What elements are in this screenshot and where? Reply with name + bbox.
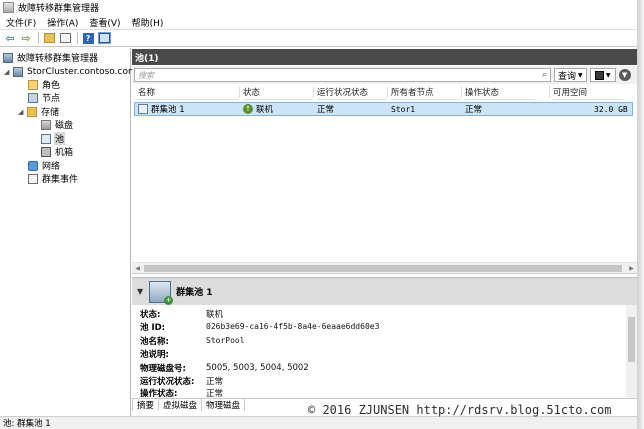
detail-properties: 状态: 联机 池 ID: 026b3e69-ca16-4f5b-8a4e-6ea… xyxy=(132,305,637,398)
tree-item-cluster-events[interactable]: 群集事件 xyxy=(28,172,79,185)
pool-icon xyxy=(41,133,51,144)
search-icon[interactable]: ⌕ xyxy=(542,70,547,80)
menu-help[interactable]: 帮助(H) xyxy=(132,16,164,29)
forward-icon[interactable]: ⇨ xyxy=(19,31,33,45)
cell-health: 正常 xyxy=(317,105,335,115)
tree-item-networks[interactable]: 网络 xyxy=(28,159,61,172)
panel-icon[interactable] xyxy=(97,31,111,45)
query-button[interactable]: 查询 ▼ xyxy=(554,68,587,82)
search-placeholder: 搜索 xyxy=(138,70,154,80)
menu-file[interactable]: 文件(F) xyxy=(6,16,36,29)
tab-summary[interactable]: 摘要 xyxy=(132,399,160,411)
title-bar: 故障转移群集管理器 xyxy=(0,0,644,15)
scroll-left-icon[interactable]: ◀ xyxy=(132,263,143,274)
disk-icon xyxy=(41,119,51,130)
back-icon[interactable]: ⇦ xyxy=(3,31,17,45)
cell-name: 群集池 1 xyxy=(138,102,185,116)
column-divider[interactable] xyxy=(549,86,550,98)
pane-title: 池(1) xyxy=(132,49,637,65)
cell-op-status: 正常 xyxy=(465,105,483,115)
tree-item-storage[interactable]: ◢ 存储 xyxy=(18,105,60,118)
cell-free-space: 32.0 GB xyxy=(594,104,628,114)
roles-icon xyxy=(28,79,38,90)
prop-health-status: 运行状况状态: 正常 xyxy=(140,376,224,387)
scrollbar-thumb[interactable] xyxy=(628,317,635,362)
scrollbar-thumb[interactable] xyxy=(144,265,622,272)
column-header-status[interactable]: 状态 xyxy=(243,84,313,100)
storage-folder-icon xyxy=(27,106,37,117)
column-divider[interactable] xyxy=(313,86,314,98)
toolbar: ⇦ ⇨ ? xyxy=(0,30,644,47)
pool-icon xyxy=(138,104,148,114)
pool-list: 名称 状态 运行状况状态 所有者节点 操作状态 可用空间 群集池 1 ↑ 联机 … xyxy=(132,84,637,274)
tree-item-nodes[interactable]: 节点 xyxy=(28,91,61,104)
collapse-arrow-icon[interactable]: ◢ xyxy=(18,108,25,116)
help-icon[interactable]: ? xyxy=(81,31,95,45)
tree-cluster[interactable]: ◢ StorCluster.contoso.com xyxy=(4,65,138,78)
table-row[interactable] xyxy=(134,102,633,116)
tree-root[interactable]: 故障转移群集管理器 xyxy=(3,51,99,64)
app-icon xyxy=(3,2,14,13)
show-hide-tree-icon[interactable] xyxy=(58,31,72,45)
query-label: 查询 xyxy=(558,71,577,82)
network-icon xyxy=(28,160,38,171)
prop-physical-disks: 物理磁盘号: 5005, 5003, 5004, 5002 xyxy=(140,362,309,374)
column-header-health[interactable]: 运行状况状态 xyxy=(317,84,387,100)
watermark: © 2016 ZJUNSEN http://rdsrv.blog.51cto.c… xyxy=(308,403,612,417)
horizontal-scrollbar[interactable]: ◀ ▶ xyxy=(132,262,637,273)
prop-status: 状态: 联机 xyxy=(140,309,224,320)
nodes-icon xyxy=(28,92,38,103)
column-divider[interactable] xyxy=(461,86,462,98)
expand-collapse-icon[interactable]: ▼ xyxy=(618,69,631,81)
window-title: 故障转移群集管理器 xyxy=(18,4,100,14)
cell-status: ↑ 联机 xyxy=(243,102,273,116)
menu-action[interactable]: 操作(A) xyxy=(47,16,78,29)
tree-item-disks[interactable]: 磁盘 xyxy=(41,118,74,131)
cluster-icon xyxy=(13,66,23,77)
prop-pool-id: 池 ID: 026b3e69-ca16-4f5b-8a4e-6eaae6dd60… xyxy=(140,322,380,333)
online-status-icon: ↑ xyxy=(243,104,253,114)
collapse-arrow-icon[interactable]: ◢ xyxy=(4,68,11,76)
chevron-down-icon: ▼ xyxy=(578,71,583,79)
column-header-name[interactable]: 名称 xyxy=(138,84,238,100)
prop-pool-description: 池说明: xyxy=(140,349,169,360)
scroll-right-icon[interactable]: ▶ xyxy=(626,263,637,274)
cell-owner: Stor1 xyxy=(391,104,416,114)
tree-item-roles[interactable]: 角色 xyxy=(28,78,61,91)
collapse-icon[interactable]: ▼ xyxy=(137,287,143,296)
tab-virtual-disks[interactable]: 虚拟磁盘 xyxy=(159,399,203,411)
tree-item-enclosures[interactable]: 机箱 xyxy=(41,145,74,158)
save-query-button[interactable]: ▼ xyxy=(589,68,616,82)
detail-title: 群集池 1 xyxy=(176,288,213,298)
up-icon[interactable] xyxy=(42,31,56,45)
toolbar-separator xyxy=(38,32,39,44)
failover-manager-icon xyxy=(3,52,13,63)
detail-header: ▼ + 群集池 1 xyxy=(132,277,637,305)
chevron-down-icon: ▼ xyxy=(605,71,611,79)
window-edge-shadow xyxy=(637,0,644,429)
search-input[interactable]: 搜索 ⌕ xyxy=(134,68,551,82)
status-bar: 池: 群集池 1 xyxy=(0,416,644,429)
vertical-scrollbar[interactable] xyxy=(626,305,637,398)
prop-op-status: 操作状态: 正常 xyxy=(140,388,224,399)
menu-view[interactable]: 查看(V) xyxy=(89,16,120,29)
storage-pool-icon: + xyxy=(149,280,174,305)
save-icon xyxy=(594,70,604,80)
tree-item-pools[interactable]: 池 xyxy=(41,132,66,145)
column-header-owner[interactable]: 所有者节点 xyxy=(391,84,461,100)
tab-physical-disks[interactable]: 物理磁盘 xyxy=(202,399,246,411)
toolbar-separator xyxy=(77,32,78,44)
search-bar: 搜索 ⌕ 查询 ▼ ▼ ▼ xyxy=(132,66,637,84)
prop-pool-name: 池名称: StorPool xyxy=(140,336,245,347)
column-divider[interactable] xyxy=(387,86,388,98)
menu-bar: 文件(F) 操作(A) 查看(V) 帮助(H) xyxy=(0,15,644,30)
column-divider[interactable] xyxy=(239,86,240,98)
navigation-tree: 故障转移群集管理器 ◢ StorCluster.contoso.com 角色 节… xyxy=(0,48,137,416)
column-header-op-status[interactable]: 操作状态 xyxy=(465,84,535,100)
enclosure-icon xyxy=(41,146,51,157)
column-header-free-space[interactable]: 可用空间 xyxy=(553,84,623,100)
events-icon xyxy=(28,173,38,184)
